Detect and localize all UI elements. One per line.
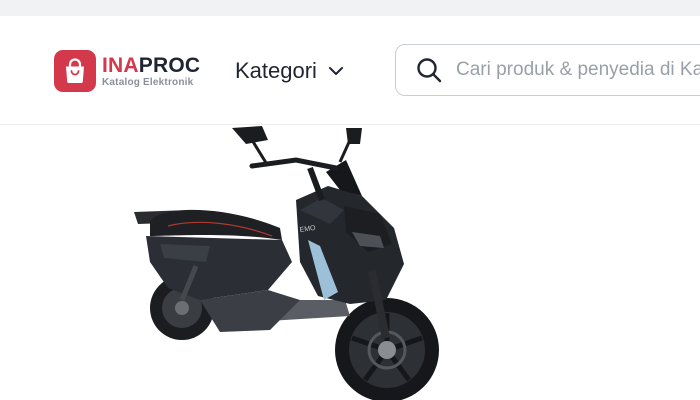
category-dropdown[interactable]: Kategori (235, 56, 344, 86)
brand-name: INAPROC (102, 53, 201, 77)
electric-scooter-image[interactable]: EMO (0, 125, 700, 400)
browser-top-strip (0, 0, 700, 16)
site-header: INAPROC Katalog Elektronik Kategori (0, 16, 700, 125)
product-image-area: EMO (0, 125, 700, 400)
search-icon[interactable] (416, 57, 442, 83)
search-box[interactable] (395, 44, 700, 96)
inaproc-logo[interactable]: INAPROC Katalog Elektronik (54, 50, 200, 92)
search-input[interactable] (456, 54, 700, 86)
shopping-bag-icon (54, 50, 96, 92)
chevron-down-icon (328, 67, 343, 75)
brand-subtitle: Katalog Elektronik (102, 76, 194, 88)
category-label: Kategori (235, 58, 317, 83)
